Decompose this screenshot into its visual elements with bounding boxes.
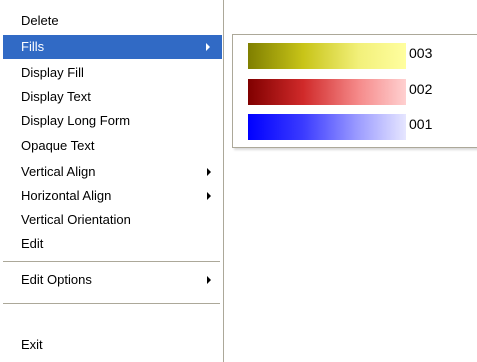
menu-item-label: Edit (21, 236, 44, 251)
fill-swatch (248, 114, 406, 140)
menu-item-delete[interactable]: Delete (1, 9, 223, 33)
menu-item-label: Exit (21, 337, 43, 352)
fill-swatch (248, 79, 406, 105)
menu-item-label: Display Fill (21, 65, 84, 80)
menu-item-opaque-text[interactable]: Opaque Text (1, 134, 223, 158)
menu-item-label: Delete (21, 13, 59, 28)
menu-item-label: Fills (21, 39, 45, 54)
menu-item-label: Display Long Form (21, 113, 131, 128)
screen: Delete Fills Display Fill Display Text D… (0, 0, 477, 362)
fill-option-003[interactable]: 003 (233, 39, 477, 73)
fill-label: 001 (409, 116, 433, 132)
menu-item-label: Vertical Orientation (21, 212, 131, 227)
menu-item-display-long-form[interactable]: Display Long Form (1, 109, 223, 133)
menu-item-label: Horizontal Align (21, 188, 112, 203)
menu-item-label: Edit Options (21, 272, 92, 287)
menu-item-fills[interactable]: Fills (3, 35, 222, 59)
menu-item-display-text[interactable]: Display Text (1, 85, 223, 109)
submenu-arrow-icon (207, 168, 211, 176)
menu-item-label: Vertical Align (21, 164, 96, 179)
submenu-arrow-icon (207, 192, 211, 200)
menu-separator (3, 261, 220, 263)
submenu-arrow-icon (207, 276, 211, 284)
fill-option-002[interactable]: 002 (233, 75, 477, 109)
menu-item-label: Display Text (21, 89, 91, 104)
fills-submenu: 003 002 001 (232, 34, 477, 148)
fill-option-001[interactable]: 001 (233, 110, 477, 144)
fill-swatch (248, 43, 406, 69)
fill-label: 003 (409, 45, 433, 61)
menu-item-edit-options[interactable]: Edit Options (1, 268, 223, 292)
menu-item-label: Opaque Text (21, 138, 95, 153)
menu-item-display-fill[interactable]: Display Fill (1, 61, 223, 85)
menu-separator (3, 303, 220, 305)
context-menu: Delete Fills Display Fill Display Text D… (1, 0, 224, 362)
menu-item-horizontal-align[interactable]: Horizontal Align (1, 184, 223, 208)
menu-item-vertical-orientation[interactable]: Vertical Orientation (1, 208, 223, 232)
menu-item-vertical-align[interactable]: Vertical Align (1, 160, 223, 184)
menu-item-exit[interactable]: Exit (1, 333, 223, 357)
menu-item-edit[interactable]: Edit (1, 232, 223, 256)
fill-label: 002 (409, 81, 433, 97)
submenu-arrow-icon (206, 43, 210, 51)
